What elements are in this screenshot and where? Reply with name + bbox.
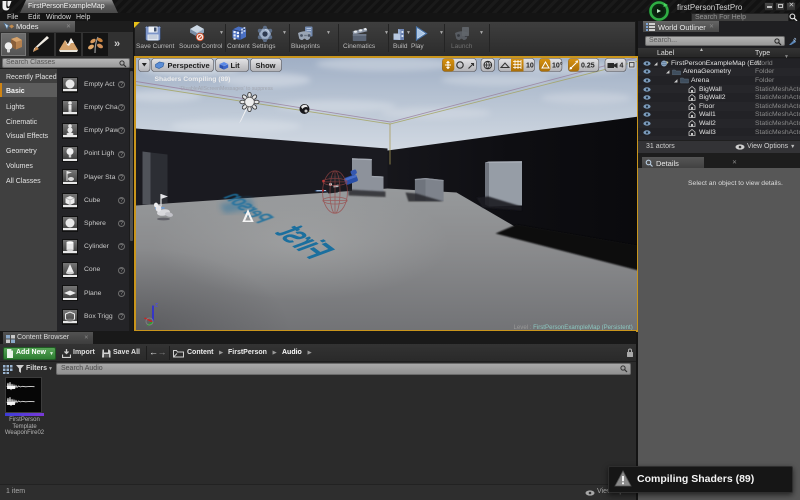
svg-text:z: z — [155, 302, 158, 308]
svg-text:10°: 10° — [552, 61, 563, 69]
svg-text:Lit: Lit — [230, 61, 240, 70]
svg-text:10: 10 — [526, 62, 534, 69]
svg-text:Perspective: Perspective — [167, 61, 209, 70]
svg-text:4: 4 — [619, 62, 623, 69]
svg-text:Level : FirstPersonExampleMap: Level : FirstPersonExampleMap (Persisten… — [513, 324, 632, 331]
svg-text:0.25: 0.25 — [581, 62, 595, 69]
svg-text:Show: Show — [255, 61, 275, 70]
svg-text:Shaders Compiling (89): Shaders Compiling (89) — [154, 76, 230, 83]
svg-text:'DisableAllScreenMessages' to: 'DisableAllScreenMessages' to suppress — [179, 86, 273, 92]
